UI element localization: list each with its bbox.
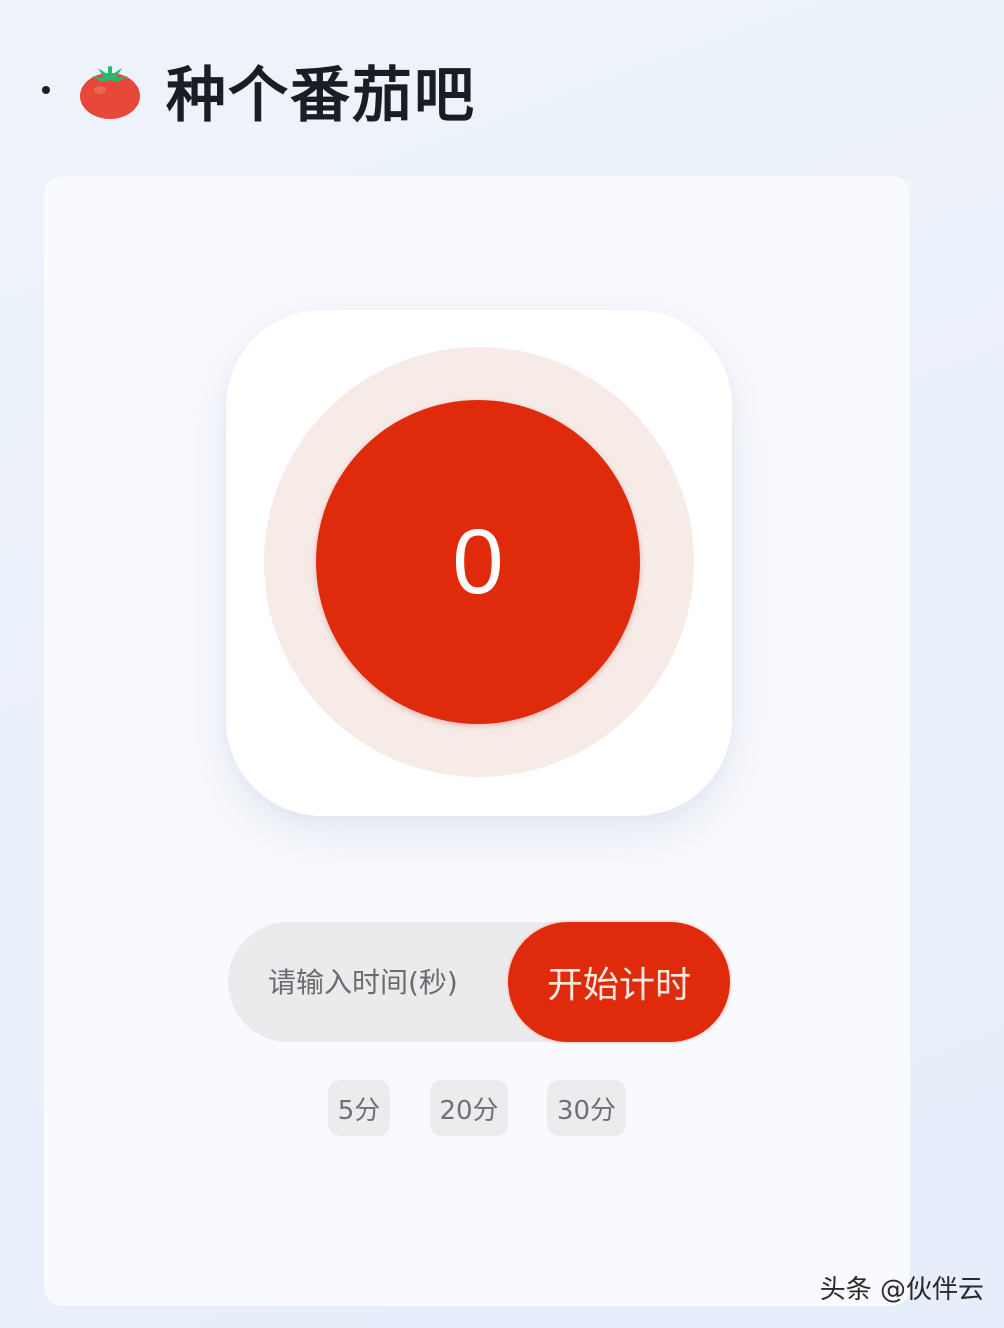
preset-20-min-button[interactable]: 20分: [430, 1080, 508, 1136]
bullet-dot: [42, 86, 50, 94]
watermark: 头条 @伙伴云: [819, 1275, 984, 1305]
preset-5-min-button[interactable]: 5分: [328, 1080, 390, 1136]
timer-input-group: 开始计时: [228, 922, 730, 1042]
page-title: 种个番茄吧: [166, 60, 476, 131]
timer-dial: 0: [316, 400, 640, 724]
section-header: 种个番茄吧: [42, 50, 476, 131]
start-timer-button[interactable]: 开始计时: [508, 922, 730, 1042]
timer-value: 0: [452, 510, 504, 613]
preset-30-min-button[interactable]: 30分: [547, 1080, 626, 1136]
preset-buttons: 5分 20分 30分: [0, 1080, 1004, 1136]
time-input[interactable]: [228, 922, 528, 1042]
tomato-icon: [80, 66, 140, 119]
